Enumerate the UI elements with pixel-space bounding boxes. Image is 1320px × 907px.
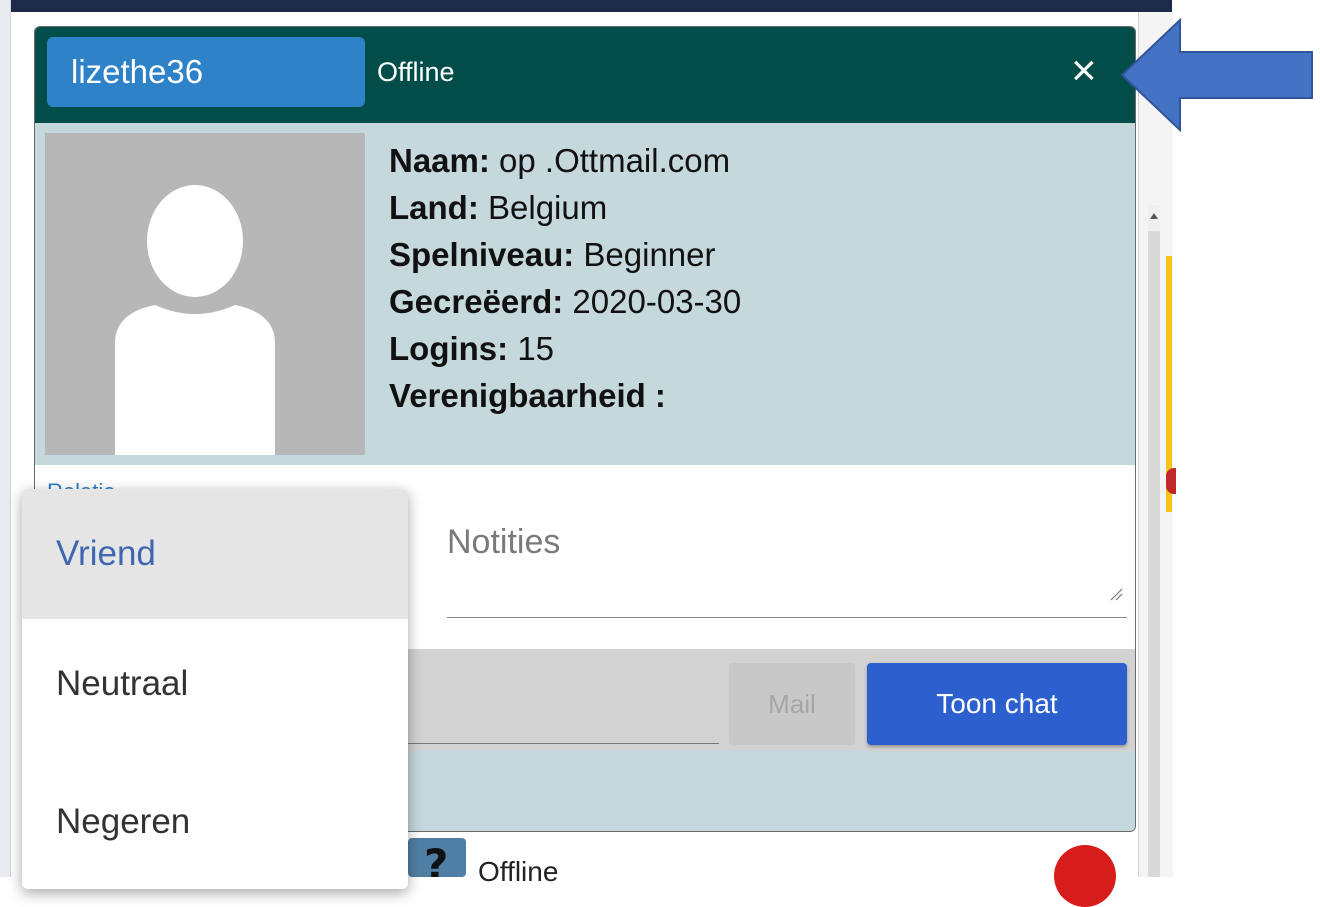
profile-created-row: Gecreëerd: 2020-03-30 <box>389 283 742 320</box>
scroll-up-arrow-icon[interactable] <box>1148 205 1160 231</box>
status-red-dot <box>1054 845 1116 907</box>
close-icon[interactable]: × <box>1071 49 1097 93</box>
dropdown-option-vriend[interactable]: Vriend <box>22 489 408 619</box>
show-chat-button[interactable]: Toon chat <box>867 663 1127 745</box>
list-row-status: Offline <box>478 856 559 887</box>
profile-country-row: Land: Belgium <box>389 189 608 226</box>
unknown-user-icon: ? <box>408 838 466 877</box>
message-input[interactable] <box>405 743 719 744</box>
profile-level-row: Spelniveau: Beginner <box>389 236 716 273</box>
avatar-placeholder-icon <box>45 133 365 455</box>
profile-info: Naam: op .Ottmail.com Land: Belgium Spel… <box>389 137 741 419</box>
notes-textarea[interactable]: Notities <box>447 523 560 562</box>
background-scrollbar[interactable] <box>1148 205 1160 877</box>
annotation-arrow-icon <box>1120 18 1313 132</box>
dropdown-option-neutraal[interactable]: Neutraal <box>22 619 408 749</box>
relation-dropdown: Vriend Neutraal Negeren <box>22 489 408 889</box>
profile-name-row: Naam: op .Ottmail.com <box>389 142 731 179</box>
background-top-bar <box>0 0 1172 12</box>
username-badge: lizethe36 <box>47 37 365 107</box>
background-left-edge <box>0 0 11 877</box>
profile-section: Naam: op .Ottmail.com Land: Belgium Spel… <box>35 123 1135 466</box>
mail-button[interactable]: Mail <box>729 663 855 745</box>
background-red-indicator <box>1166 468 1176 494</box>
profile-association-row: Verenigbaarheid : <box>389 377 666 414</box>
notes-underline <box>447 617 1127 618</box>
resize-handle-icon[interactable] <box>1107 585 1123 601</box>
profile-logins-row: Logins: 15 <box>389 330 555 367</box>
dialog-header: lizethe36 Offline × <box>35 27 1135 123</box>
online-status: Offline <box>377 57 455 87</box>
dropdown-option-negeren[interactable]: Negeren <box>22 757 408 887</box>
